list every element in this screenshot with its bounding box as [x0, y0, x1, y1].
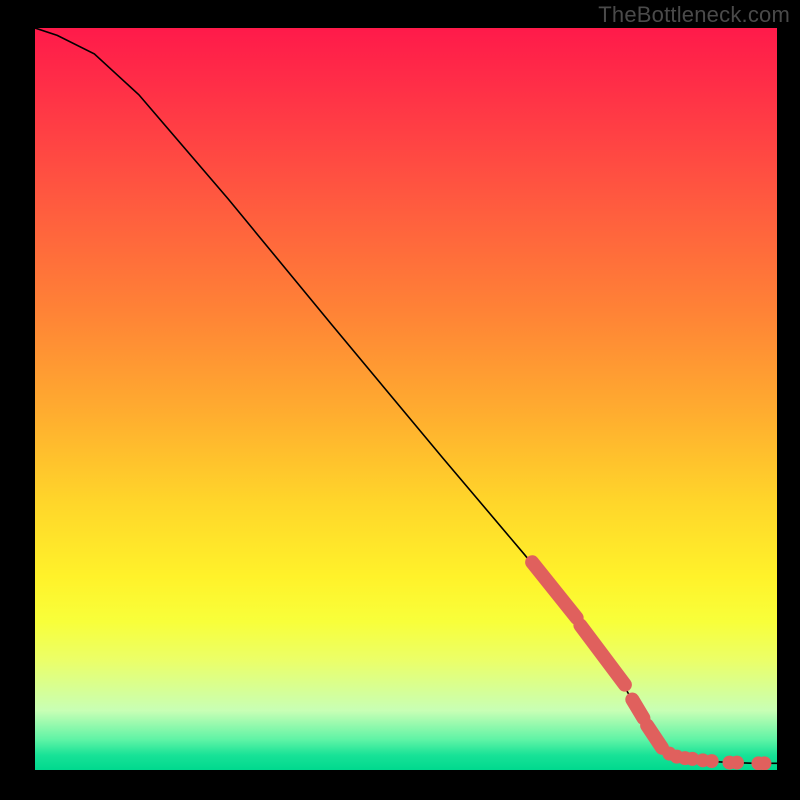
highlight-point	[730, 756, 744, 770]
highlight-segment	[580, 625, 625, 684]
highlight-point	[757, 756, 771, 770]
chart-frame: TheBottleneck.com	[0, 0, 800, 800]
highlight-segment	[532, 562, 577, 618]
highlight-points	[662, 747, 771, 770]
chart-overlay	[35, 28, 777, 770]
plot-area	[35, 28, 777, 770]
highlight-segment	[647, 725, 662, 747]
highlight-segment	[632, 700, 643, 719]
highlight-point	[705, 754, 719, 768]
attribution-label: TheBottleneck.com	[598, 2, 790, 28]
curve-path	[35, 28, 777, 763]
highlight-segments	[532, 562, 662, 748]
